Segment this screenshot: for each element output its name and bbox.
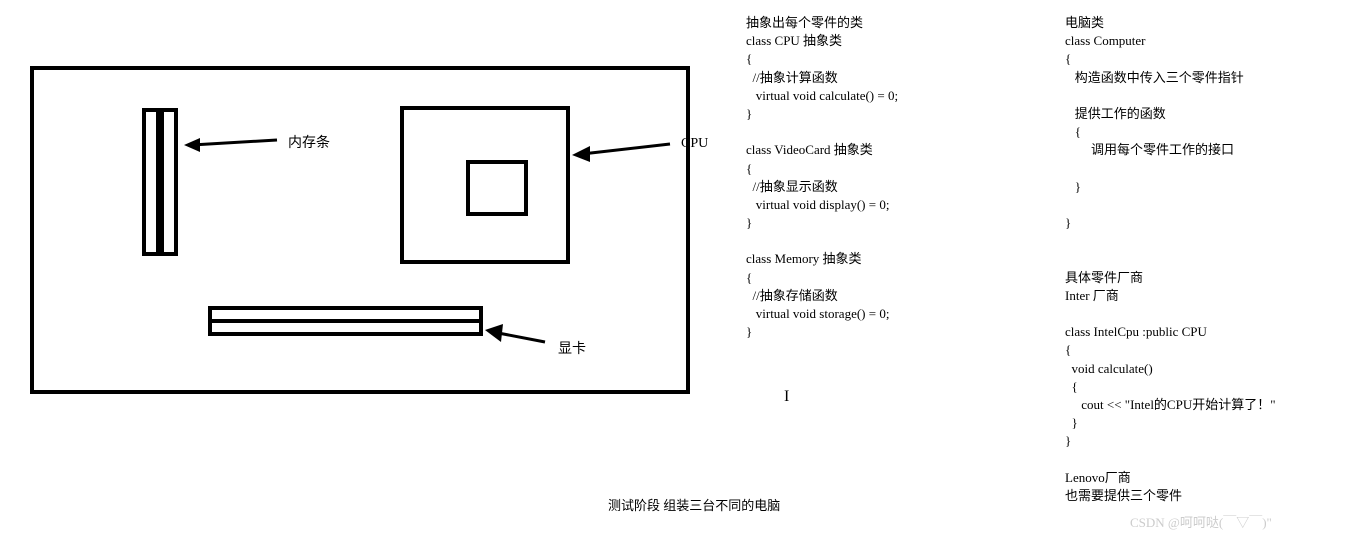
text-cursor-icon: I: [784, 388, 789, 406]
arrow-cpu-icon: [570, 136, 680, 166]
cpu-chip: [466, 160, 528, 216]
code-line: cout << "Intel的CPU开始计算了！": [1065, 397, 1276, 412]
code-block-computer: 电脑类 class Computer { 构造函数中传入三个零件指针 提供工作的…: [1065, 14, 1276, 505]
code-line: {: [746, 51, 752, 66]
motherboard-diagram: 内存条 CPU 显卡: [30, 66, 690, 396]
gpu-label: 显卡: [558, 338, 586, 358]
code-line: Inter 厂商: [1065, 288, 1119, 303]
memory-stick: [160, 108, 178, 256]
code-line: {: [746, 270, 752, 285]
code-line: }: [746, 215, 752, 230]
memory-stick: [142, 108, 160, 256]
code-line: 电脑类: [1065, 15, 1104, 30]
code-line: 抽象出每个零件的类: [746, 15, 863, 30]
code-line: {: [746, 161, 752, 176]
code-line: class VideoCard 抽象类: [746, 142, 873, 157]
code-line: 提供工作的函数: [1065, 106, 1166, 121]
code-line: {: [1065, 51, 1071, 66]
gpu-slot: [208, 306, 483, 336]
code-line: 具体零件厂商: [1065, 270, 1143, 285]
code-line: class Memory 抽象类: [746, 251, 862, 266]
code-line: virtual void storage() = 0;: [746, 306, 889, 321]
code-line: virtual void calculate() = 0;: [746, 88, 898, 103]
memory-sticks: [142, 108, 178, 256]
code-line: }: [1065, 415, 1078, 430]
code-line: //抽象显示函数: [746, 179, 838, 194]
code-line: class Computer: [1065, 33, 1146, 48]
code-line: Lenovo厂商: [1065, 470, 1131, 485]
code-line: virtual void display() = 0;: [746, 197, 889, 212]
watermark-text: CSDN @呵呵哒(￣▽￣)": [1130, 512, 1272, 531]
arrow-memory-icon: [182, 130, 282, 160]
code-line: }: [1065, 433, 1071, 448]
arrow-gpu-icon: [483, 324, 553, 354]
code-line: }: [1065, 179, 1081, 194]
memory-label: 内存条: [288, 132, 330, 152]
code-line: 调用每个零件工作的接口: [1065, 142, 1234, 157]
code-line: {: [1065, 124, 1081, 139]
code-line: //抽象计算函数: [746, 70, 838, 85]
code-line: {: [1065, 342, 1071, 357]
cpu-label: CPU: [681, 136, 708, 152]
code-line: }: [746, 106, 752, 121]
motherboard-outline: [30, 66, 690, 394]
code-line: 构造函数中传入三个零件指针: [1065, 70, 1244, 85]
code-block-abstract: 抽象出每个零件的类 class CPU 抽象类 { //抽象计算函数 virtu…: [746, 14, 898, 341]
code-line: //抽象存储函数: [746, 288, 838, 303]
code-line: }: [746, 324, 752, 339]
test-phase-text: 测试阶段 组装三台不同的电脑: [608, 495, 780, 514]
code-line: 也需要提供三个零件: [1065, 488, 1182, 503]
code-line: {: [1065, 379, 1078, 394]
code-line: void calculate(): [1065, 361, 1153, 376]
code-line: }: [1065, 215, 1071, 230]
code-line: class CPU 抽象类: [746, 33, 842, 48]
code-line: class IntelCpu :public CPU: [1065, 324, 1207, 339]
